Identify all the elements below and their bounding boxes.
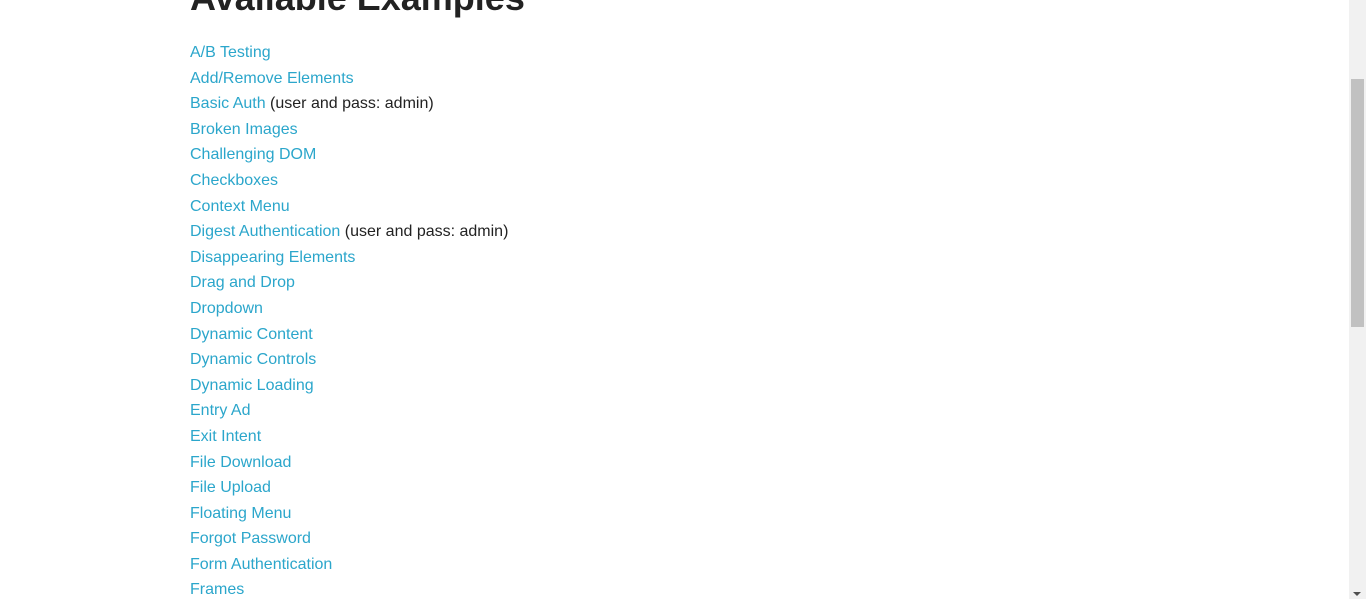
- example-link-entry-ad[interactable]: Entry Ad: [190, 402, 250, 419]
- scroll-down-arrow-icon[interactable]: [1353, 592, 1361, 596]
- examples-list: A/B Testing Add/Remove Elements Basic Au…: [190, 40, 508, 599]
- page-title: Available Examples: [190, 0, 525, 18]
- page-viewport: Available Examples A/B Testing Add/Remov…: [0, 0, 1366, 599]
- example-link-dynamic-content[interactable]: Dynamic Content: [190, 326, 313, 343]
- list-item: Context Menu: [190, 194, 508, 220]
- example-link-exit-intent[interactable]: Exit Intent: [190, 428, 261, 445]
- list-item: Exit Intent: [190, 424, 508, 450]
- example-note: (user and pass: admin): [340, 223, 509, 241]
- example-link-floating-menu[interactable]: Floating Menu: [190, 505, 291, 522]
- example-link-dropdown[interactable]: Dropdown: [190, 300, 263, 317]
- list-item: Forgot Password: [190, 526, 508, 552]
- list-item: Add/Remove Elements: [190, 66, 508, 92]
- list-item: Checkboxes: [190, 168, 508, 194]
- example-link-form-authentication[interactable]: Form Authentication: [190, 556, 332, 573]
- example-link-frames[interactable]: Frames: [190, 581, 244, 598]
- list-item: Floating Menu: [190, 501, 508, 527]
- example-link-add-remove-elements[interactable]: Add/Remove Elements: [190, 70, 354, 87]
- list-item: File Upload: [190, 475, 508, 501]
- example-link-disappearing-elements[interactable]: Disappearing Elements: [190, 249, 355, 266]
- list-item: Entry Ad: [190, 398, 508, 424]
- list-item: Frames: [190, 577, 508, 599]
- list-item: File Download: [190, 450, 508, 476]
- list-item: Challenging DOM: [190, 142, 508, 168]
- vertical-scrollbar[interactable]: [1349, 0, 1366, 599]
- example-link-ab-testing[interactable]: A/B Testing: [190, 44, 271, 61]
- example-link-dynamic-controls[interactable]: Dynamic Controls: [190, 351, 316, 368]
- list-item: Broken Images: [190, 117, 508, 143]
- example-link-challenging-dom[interactable]: Challenging DOM: [190, 146, 316, 163]
- list-item: Dynamic Loading: [190, 373, 508, 399]
- list-item: A/B Testing: [190, 40, 508, 66]
- example-link-file-upload[interactable]: File Upload: [190, 479, 271, 496]
- example-link-dynamic-loading[interactable]: Dynamic Loading: [190, 377, 314, 394]
- example-link-basic-auth[interactable]: Basic Auth: [190, 95, 266, 112]
- list-item: Dynamic Content: [190, 322, 508, 348]
- example-note: (user and pass: admin): [265, 95, 434, 113]
- list-item: Dynamic Controls: [190, 347, 508, 373]
- list-item: Disappearing Elements: [190, 245, 508, 271]
- list-item: Basic Auth (user and pass: admin): [190, 91, 508, 117]
- scrollbar-thumb[interactable]: [1351, 79, 1364, 327]
- example-link-checkboxes[interactable]: Checkboxes: [190, 172, 278, 189]
- list-item: Digest Authentication (user and pass: ad…: [190, 219, 508, 245]
- list-item: Dropdown: [190, 296, 508, 322]
- example-link-broken-images[interactable]: Broken Images: [190, 121, 298, 138]
- example-link-context-menu[interactable]: Context Menu: [190, 198, 290, 215]
- example-link-digest-authentication[interactable]: Digest Authentication: [190, 223, 340, 240]
- list-item: Drag and Drop: [190, 270, 508, 296]
- example-link-drag-and-drop[interactable]: Drag and Drop: [190, 274, 295, 291]
- example-link-forgot-password[interactable]: Forgot Password: [190, 530, 311, 547]
- example-link-file-download[interactable]: File Download: [190, 454, 291, 471]
- list-item: Form Authentication: [190, 552, 508, 578]
